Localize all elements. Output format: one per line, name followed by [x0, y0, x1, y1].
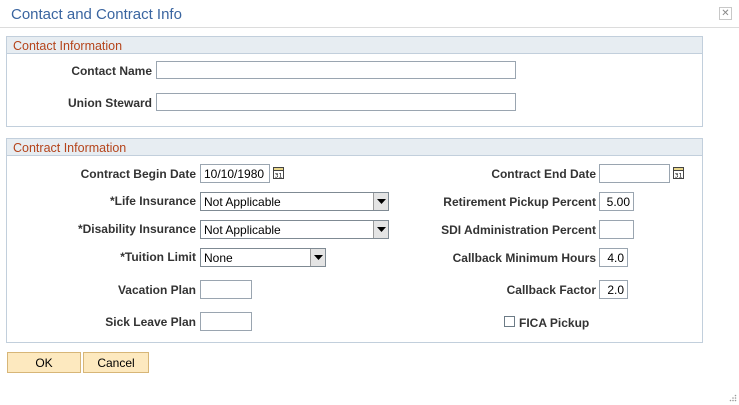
- contact-information-header: Contact Information: [7, 37, 702, 54]
- dropdown-arrow-icon[interactable]: [373, 193, 388, 210]
- retirement-pickup-percent-input[interactable]: [599, 192, 634, 211]
- union-steward-input[interactable]: [156, 93, 516, 111]
- calendar-icon[interactable]: 31: [673, 167, 684, 180]
- retirement-pickup-percent-label: Retirement Pickup Percent: [443, 195, 596, 209]
- contract-end-date-input[interactable]: [599, 164, 670, 183]
- contract-begin-date-label: Contract Begin Date: [80, 167, 196, 181]
- tuition-limit-label: *Tuition Limit: [120, 250, 196, 264]
- close-icon[interactable]: ✕: [719, 7, 732, 20]
- life-insurance-value: Not Applicable: [204, 195, 281, 209]
- svg-text:31: 31: [275, 173, 283, 180]
- sick-leave-plan-input[interactable]: [200, 312, 252, 331]
- contract-information-header: Contract Information: [7, 139, 702, 156]
- tuition-limit-select[interactable]: None: [200, 248, 326, 267]
- cancel-button[interactable]: Cancel: [83, 352, 149, 373]
- disability-insurance-label: *Disability Insurance: [77, 222, 196, 236]
- contact-name-label: Contact Name: [71, 64, 152, 78]
- fica-pickup-label: FICA Pickup: [519, 316, 590, 330]
- sdi-administration-percent-label: SDI Administration Percent: [441, 223, 596, 237]
- disability-insurance-select[interactable]: Not Applicable: [200, 220, 389, 239]
- contract-end-date-label: Contract End Date: [491, 167, 596, 181]
- contact-information-section: Contact Information: [6, 36, 703, 127]
- calendar-icon[interactable]: 31: [273, 167, 284, 180]
- vacation-plan-input[interactable]: [200, 280, 252, 299]
- callback-minimum-hours-input[interactable]: [599, 248, 628, 267]
- ok-button[interactable]: OK: [7, 352, 81, 373]
- callback-factor-label: Callback Factor: [506, 283, 596, 297]
- contact-name-input[interactable]: [156, 61, 516, 79]
- fica-pickup-checkbox[interactable]: [504, 316, 515, 327]
- svg-text:31: 31: [675, 173, 683, 180]
- sdi-administration-percent-input[interactable]: [599, 220, 634, 239]
- dropdown-arrow-icon[interactable]: [310, 249, 325, 266]
- life-insurance-select[interactable]: Not Applicable: [200, 192, 389, 211]
- sick-leave-plan-label: Sick Leave Plan: [105, 315, 196, 329]
- vacation-plan-label: Vacation Plan: [117, 283, 196, 297]
- dialog-title: Contact and Contract Info: [11, 6, 182, 23]
- resize-grip-icon[interactable]: [729, 391, 737, 402]
- dialog-title-bar: Contact and Contract Info ✕: [0, 0, 739, 28]
- callback-minimum-hours-label: Callback Minimum Hours: [452, 251, 596, 265]
- union-steward-label: Union Steward: [67, 96, 152, 110]
- contract-begin-date-input[interactable]: [200, 164, 270, 183]
- dropdown-arrow-icon[interactable]: [373, 221, 388, 238]
- tuition-limit-value: None: [204, 251, 233, 265]
- disability-insurance-value: Not Applicable: [204, 223, 281, 237]
- callback-factor-input[interactable]: [599, 280, 628, 299]
- life-insurance-label: *Life Insurance: [109, 194, 196, 208]
